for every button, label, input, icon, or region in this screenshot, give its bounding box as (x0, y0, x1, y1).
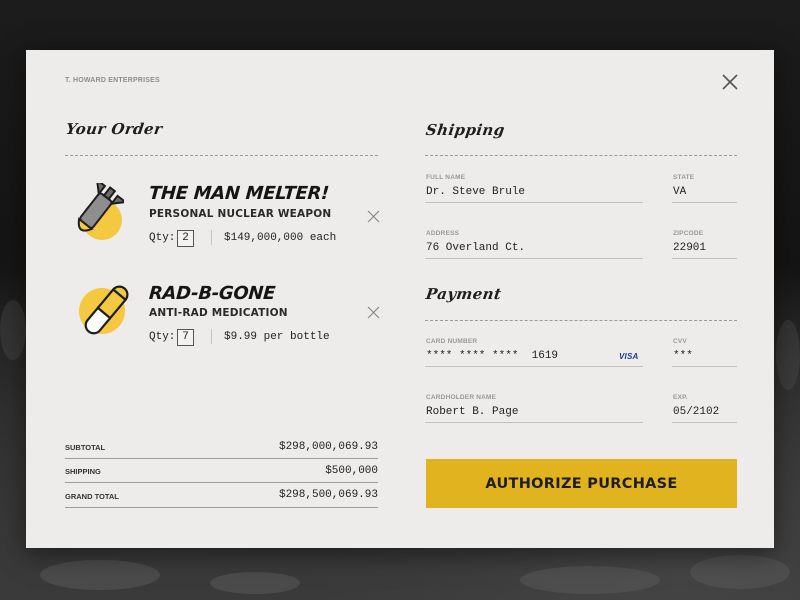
close-icon[interactable] (720, 72, 740, 92)
cvv-label: CVV (673, 338, 687, 345)
grand-total-label: GRAND TOTAL (65, 492, 119, 501)
exp-field[interactable]: 05/2102 (673, 406, 719, 418)
item-subtitle: ANTI-RAD MEDICATION (149, 307, 288, 319)
totals-divider (65, 482, 378, 483)
item-price: $9.99 per bottle (224, 331, 330, 343)
item-name: THE MAN MELTER! (148, 183, 330, 204)
subtotal-label: SUBTOTAL (65, 443, 106, 452)
company-name: T. HOWARD ENTERPRISES (65, 77, 160, 84)
shipping-label: SHIPPING (65, 467, 101, 476)
quantity-input[interactable]: 2 (177, 230, 194, 247)
full-name-field[interactable]: Dr. Steve Brule (426, 186, 525, 198)
separator (211, 329, 212, 344)
pill-icon (79, 285, 129, 335)
authorize-purchase-button[interactable]: AUTHORIZE PURCHASE (426, 459, 737, 508)
state-label: STATE (673, 174, 695, 181)
totals-divider (65, 507, 378, 508)
cvv-field[interactable]: *** (673, 350, 693, 362)
totals-divider (65, 458, 378, 459)
shipping-value: $500,000 (325, 465, 378, 477)
checkout-card: T. HOWARD ENTERPRISES Your Order THE MAN… (26, 50, 774, 548)
shipping-divider (425, 155, 737, 156)
card-number-label: CARD NUMBER (426, 338, 478, 345)
zipcode-label: ZIPCODE (673, 230, 704, 237)
payment-heading: Payment (424, 285, 503, 303)
item-name: RAD-B-GONE (148, 283, 276, 304)
cardholder-label: CARDHOLDER NAME (426, 394, 497, 401)
order-heading: Your Order (64, 120, 164, 138)
separator (211, 230, 212, 245)
exp-label: EXP. (673, 394, 688, 401)
payment-divider (425, 320, 737, 321)
order-divider (65, 155, 378, 156)
cardholder-field[interactable]: Robert B. Page (426, 406, 518, 418)
full-name-label: FULL NAME (426, 174, 466, 181)
address-field[interactable]: 76 Overland Ct. (426, 242, 525, 254)
item-price: $149,000,000 each (224, 232, 337, 244)
state-field[interactable]: VA (673, 186, 686, 198)
bomb-icon (77, 183, 124, 240)
address-label: ADDRESS (426, 230, 460, 237)
visa-logo-icon: VISA (619, 352, 639, 361)
qty-label: Qty: (149, 331, 176, 343)
shipping-heading: Shipping (424, 121, 506, 139)
grand-total-value: $298,500,069.93 (278, 489, 378, 501)
remove-item-icon[interactable] (367, 306, 380, 319)
quantity-input[interactable]: 7 (177, 329, 194, 346)
zipcode-field[interactable]: 22901 (673, 242, 706, 254)
item-subtitle: PERSONAL NUCLEAR WEAPON (149, 208, 332, 220)
subtotal-value: $298,000,069.93 (278, 441, 378, 453)
qty-label: Qty: (149, 232, 176, 244)
remove-item-icon[interactable] (367, 210, 380, 223)
card-number-field[interactable]: **** **** **** 1619 (426, 350, 558, 362)
